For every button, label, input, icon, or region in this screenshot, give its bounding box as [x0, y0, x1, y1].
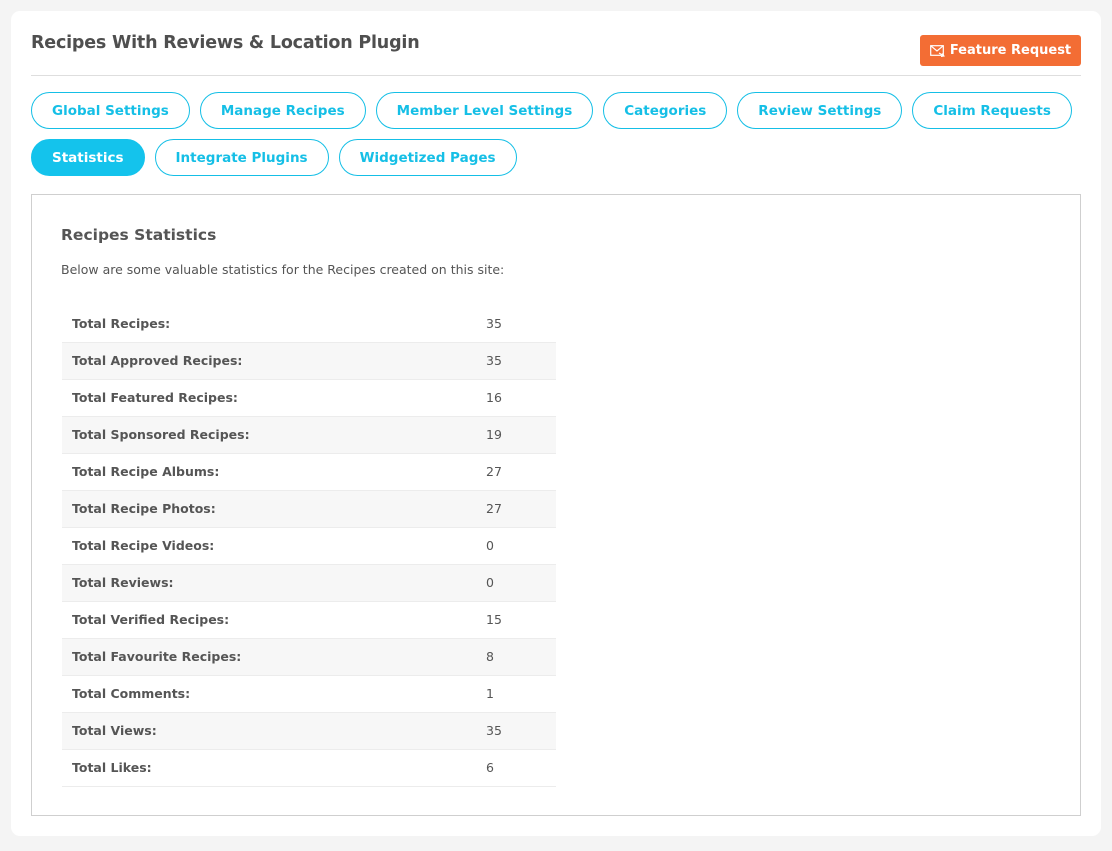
feature-request-button[interactable]: Feature Request [920, 35, 1081, 66]
stat-value: 19 [486, 427, 502, 442]
stat-row: Total Recipe Photos: 27 [62, 490, 556, 527]
tab-row-2: Statistics Integrate Plugins Widgetized … [31, 139, 1081, 176]
stat-label: Total Recipe Photos: [72, 501, 216, 516]
mail-icon [929, 44, 945, 57]
stat-value: 15 [486, 612, 502, 627]
stat-label: Total Featured Recipes: [72, 390, 238, 405]
stat-value: 6 [486, 760, 494, 775]
stat-row: Total Recipe Videos: 0 [62, 527, 556, 564]
tab-review-settings[interactable]: Review Settings [737, 92, 903, 129]
statistics-table: Total Recipes: 35 Total Approved Recipes:… [62, 305, 556, 787]
stat-row: Total Favourite Recipes: 8 [62, 638, 556, 675]
title-divider [31, 75, 1081, 76]
stat-row: Total Sponsored Recipes: 19 [62, 416, 556, 453]
stat-label: Total Views: [72, 723, 157, 738]
tab-categories[interactable]: Categories [603, 92, 728, 129]
stat-value: 0 [486, 538, 494, 553]
stat-row: Total Verified Recipes: 15 [62, 601, 556, 638]
stat-value: 27 [486, 464, 502, 479]
stat-value: 1 [486, 686, 494, 701]
page-title: Recipes With Reviews & Location Plugin [31, 33, 420, 53]
stat-label: Total Recipes: [72, 315, 171, 331]
stat-label: Total Sponsored Recipes: [72, 427, 250, 442]
tab-manage-recipes[interactable]: Manage Recipes [199, 92, 366, 129]
stat-value: 35 [486, 723, 502, 738]
tab-global-settings[interactable]: Global Settings [31, 92, 190, 129]
stat-row: Total Recipes: 35 [62, 305, 556, 342]
stat-row: Total Recipe Albums: 27 [62, 453, 556, 490]
main-card: Recipes With Reviews & Location Plugin F… [11, 11, 1101, 836]
stat-label: Total Recipe Videos: [72, 538, 215, 553]
stat-value: 35 [486, 353, 502, 368]
stat-row: Total Featured Recipes: 16 [62, 379, 556, 416]
feature-request-label: Feature Request [949, 43, 1072, 58]
stat-value: 0 [486, 575, 494, 590]
stat-row: Total Comments: 1 [62, 675, 556, 712]
stat-label: Total Recipe Albums: [72, 464, 220, 479]
statistics-panel: Recipes Statistics Below are some valuab… [31, 194, 1081, 816]
stat-value: 35 [486, 315, 502, 331]
tab-claim-requests[interactable]: Claim Requests [912, 92, 1072, 129]
stat-label: Total Reviews: [72, 575, 174, 590]
stat-row: Total Reviews: 0 [62, 564, 556, 601]
stat-row: Total Views: 35 [62, 712, 556, 749]
panel-description: Below are some valuable statistics for t… [61, 262, 505, 277]
stat-row: Total Likes: 6 [62, 749, 556, 786]
settings-tabs: Global Settings Manage Recipes Member Le… [31, 92, 1081, 186]
tab-row-1: Global Settings Manage Recipes Member Le… [31, 92, 1081, 129]
tab-integrate-plugins[interactable]: Integrate Plugins [154, 139, 329, 176]
stat-label: Total Approved Recipes: [72, 353, 243, 368]
stat-label: Total Comments: [72, 686, 191, 701]
stat-value: 16 [486, 390, 502, 405]
stat-row: Total Approved Recipes: 35 [62, 342, 556, 379]
stat-label: Total Verified Recipes: [72, 612, 230, 627]
stat-value: 8 [486, 649, 494, 664]
tab-widgetized-pages[interactable]: Widgetized Pages [338, 139, 517, 176]
stat-label: Total Likes: [72, 760, 152, 775]
panel-title: Recipes Statistics [61, 226, 217, 244]
stat-value: 27 [486, 501, 502, 516]
tab-statistics[interactable]: Statistics [31, 139, 145, 176]
tab-member-level-settings[interactable]: Member Level Settings [375, 92, 594, 129]
stat-label: Total Favourite Recipes: [72, 649, 242, 664]
